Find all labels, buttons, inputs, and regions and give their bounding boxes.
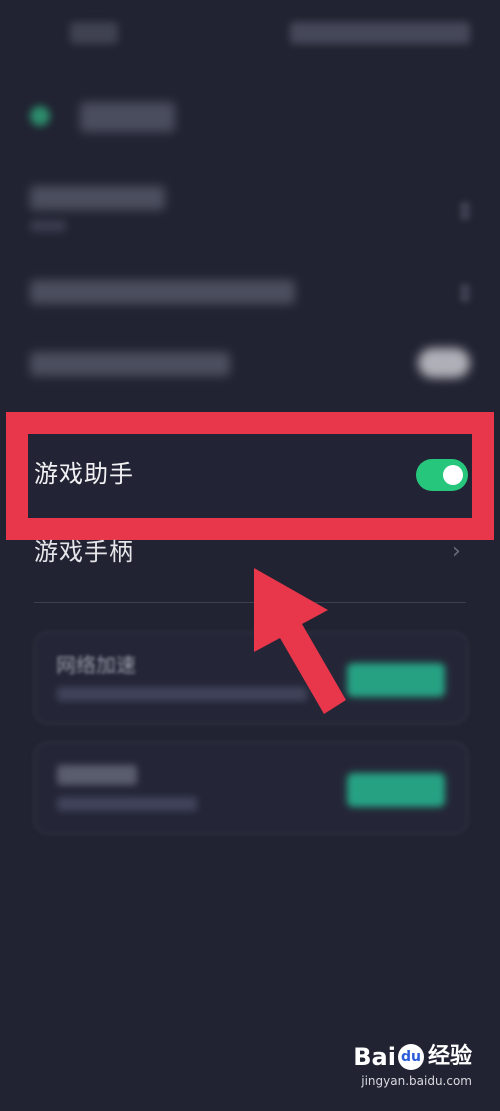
settings-row-blurred-1[interactable]	[30, 180, 470, 240]
row-label-blurred	[30, 280, 295, 304]
watermark-brand: Bai du 经验	[353, 1043, 472, 1071]
row-label-blurred	[30, 186, 165, 210]
page-header	[30, 100, 470, 136]
watermark: Bai du 经验 jingyan.baidu.com	[353, 1043, 472, 1089]
status-bar	[0, 22, 500, 50]
watermark-url: jingyan.baidu.com	[361, 1074, 472, 1088]
network-boost-title: 网络加速	[56, 653, 136, 677]
chevron-right-icon	[460, 202, 470, 220]
card-action-button[interactable]	[347, 773, 445, 807]
status-time-blurred	[70, 22, 118, 44]
watermark-brand-suffix: 经验	[427, 1044, 472, 1069]
card-title-blurred	[57, 765, 137, 785]
toggle-knob	[443, 465, 463, 485]
status-icons-blurred	[290, 22, 470, 44]
arrow-shape	[254, 568, 346, 714]
game-assistant-label: 游戏助手	[34, 460, 134, 488]
watermark-brand-prefix: Bai	[353, 1043, 396, 1071]
toggle-blurred[interactable]	[418, 348, 470, 378]
back-icon[interactable]	[30, 106, 50, 126]
chevron-right-icon	[460, 284, 470, 302]
row-label-blurred	[30, 352, 230, 376]
screen: 游戏助手 游戏手柄 › 网络加速 Bai du 经验 jingyan.baidu…	[0, 0, 500, 1111]
row-sublabel-blurred	[30, 220, 66, 232]
gamepad-label[interactable]: 游戏手柄	[34, 536, 134, 568]
second-feature-card[interactable]	[34, 742, 468, 834]
annotation-arrow-icon	[254, 568, 346, 714]
watermark-paw-icon: du	[397, 1044, 424, 1070]
settings-row-blurred-3[interactable]	[30, 344, 470, 384]
settings-row-blurred-2[interactable]	[30, 276, 470, 312]
game-assistant-toggle[interactable]	[416, 459, 468, 491]
page-title-blurred	[80, 102, 175, 132]
card-sublabel-blurred	[57, 797, 197, 811]
chevron-right-icon: ›	[452, 539, 461, 564]
